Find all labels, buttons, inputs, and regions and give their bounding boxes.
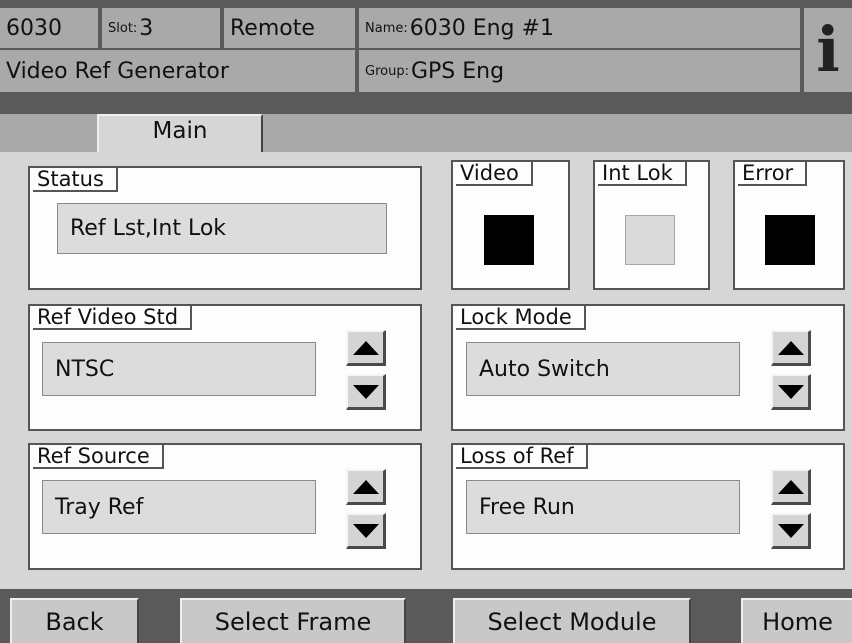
lock-mode-value: Auto Switch: [466, 342, 740, 396]
ref-video-std-up-button[interactable]: [346, 330, 386, 366]
name-label: Name:: [365, 20, 408, 36]
loss-of-ref-value: Free Run: [466, 480, 740, 534]
ref-video-std-legend: Ref Video Std: [33, 306, 193, 330]
status-value: Ref Lst,Int Lok: [57, 203, 387, 254]
loss-of-ref-up-button[interactable]: [771, 469, 811, 505]
module-type: Video Ref Generator: [0, 50, 357, 92]
tab-main-label: Main: [152, 118, 208, 144]
name-value: 6030 Eng #1: [409, 15, 554, 41]
ref-video-std-down-button[interactable]: [346, 374, 386, 410]
select-module-button[interactable]: Select Module: [453, 598, 691, 643]
mode-text: Remote: [230, 15, 315, 41]
home-button[interactable]: Home: [741, 598, 852, 643]
select-frame-button[interactable]: Select Frame: [180, 598, 406, 643]
group-label: Group:: [365, 63, 409, 79]
info-button[interactable]: i: [804, 8, 852, 92]
arrow-up-icon: [777, 479, 804, 494]
ref-source-up-button[interactable]: [346, 469, 386, 505]
arrow-down-icon: [352, 384, 379, 399]
arrow-down-icon: [777, 384, 804, 399]
ref-video-std-panel: Ref Video Std NTSC: [28, 304, 422, 431]
arrow-up-icon: [352, 340, 379, 355]
arrow-up-icon: [777, 340, 804, 355]
error-indicator-lamp: [765, 215, 815, 265]
error-indicator-panel: Error: [733, 160, 845, 290]
video-indicator-label: Video: [456, 162, 533, 186]
group-value: GPS Eng: [410, 58, 505, 84]
lock-mode-down-button[interactable]: [771, 374, 811, 410]
status-panel: Status Ref Lst,Int Lok: [28, 166, 422, 290]
ref-source-legend: Ref Source: [33, 445, 164, 469]
frame-number: 6030: [0, 8, 100, 48]
int-lok-indicator-label: Int Lok: [598, 162, 687, 186]
error-indicator-label: Error: [738, 162, 808, 186]
name-cell: Name: 6030 Eng #1: [359, 8, 802, 48]
ref-source-value: Tray Ref: [42, 480, 316, 534]
status-legend: Status: [33, 168, 118, 192]
ref-source-panel: Ref Source Tray Ref: [28, 443, 422, 570]
loss-of-ref-down-button[interactable]: [771, 513, 811, 549]
lock-mode-up-button[interactable]: [771, 330, 811, 366]
slot-cell: Slot: 3: [102, 8, 222, 48]
slot-value: 3: [139, 15, 154, 41]
ref-source-down-button[interactable]: [346, 513, 386, 549]
ref-video-std-value: NTSC: [42, 342, 316, 396]
group-cell: Group: GPS Eng: [359, 50, 802, 92]
slot-label: Slot:: [108, 20, 138, 36]
video-indicator-panel: Video: [451, 160, 570, 290]
int-lok-indicator-lamp: [625, 215, 675, 265]
arrow-down-icon: [352, 523, 379, 538]
mode-cell: Remote: [224, 8, 357, 48]
info-icon: i: [816, 13, 840, 86]
back-button[interactable]: Back: [10, 598, 139, 643]
arrow-down-icon: [777, 523, 804, 538]
tab-main[interactable]: Main: [97, 114, 263, 152]
loss-of-ref-legend: Loss of Ref: [456, 445, 588, 469]
lock-mode-panel: Lock Mode Auto Switch: [451, 304, 845, 431]
arrow-up-icon: [352, 479, 379, 494]
module-type-text: Video Ref Generator: [6, 58, 229, 84]
loss-of-ref-panel: Loss of Ref Free Run: [451, 443, 845, 570]
int-lok-indicator-panel: Int Lok: [593, 160, 710, 290]
frame-number-text: 6030: [6, 15, 62, 41]
video-indicator-lamp: [484, 215, 534, 265]
lock-mode-legend: Lock Mode: [456, 306, 586, 330]
